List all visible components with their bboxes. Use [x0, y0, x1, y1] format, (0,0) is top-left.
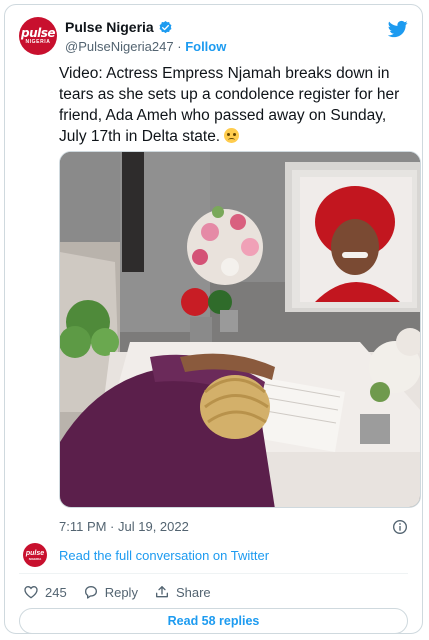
conversation-row: pulse NIGERIA Read the full conversation… [23, 543, 408, 569]
separator-dot: · [177, 39, 182, 54]
share-button[interactable]: Share [154, 584, 211, 600]
reply-label: Reply [104, 584, 138, 600]
tweet-timestamp[interactable]: 7:11 PM · Jul 19, 2022 [59, 519, 189, 534]
video-frame [60, 152, 420, 507]
display-name[interactable]: Pulse Nigeria [65, 19, 154, 36]
twitter-bird-icon[interactable] [388, 19, 408, 39]
conversation-avatar-logo-text: pulse [25, 549, 45, 557]
tweet-embed-card: pulse NIGERIA Pulse Nigeria @PulseNigeri… [4, 4, 423, 634]
read-replies-label: Read 58 replies [167, 614, 260, 628]
video-media[interactable] [59, 151, 421, 508]
read-conversation-link[interactable]: Read the full conversation on Twitter [59, 548, 269, 563]
info-icon[interactable] [392, 519, 408, 535]
share-label: Share [175, 584, 211, 600]
reply-button[interactable]: Reply [83, 584, 138, 600]
avatar-sub-text: NIGERIA [25, 38, 51, 45]
conversation-avatar-sub-text: NIGERIA [28, 556, 42, 561]
reply-bubble-icon [84, 586, 97, 599]
account-avatar[interactable]: pulse NIGERIA [19, 17, 57, 55]
read-replies-button[interactable]: Read 58 replies [19, 608, 408, 634]
crying-face-emoji-icon [224, 128, 240, 143]
verified-badge-icon [159, 20, 172, 34]
likes-count: 245 [45, 584, 67, 600]
handle-row: @PulseNigeria247 · Follow [65, 38, 226, 55]
conversation-avatar[interactable]: pulse NIGERIA [23, 543, 47, 567]
like-button[interactable]: 245 [23, 584, 67, 600]
tweet-header: pulse NIGERIA Pulse Nigeria @PulseNigeri… [19, 17, 408, 57]
action-bar: 245 Reply Share [23, 583, 227, 601]
follow-button[interactable]: Follow [185, 39, 226, 54]
heart-icon [24, 585, 38, 599]
timestamp-row: 7:11 PM · Jul 19, 2022 [59, 519, 408, 537]
avatar-logo-text: pulse [20, 25, 56, 40]
account-name-block: Pulse Nigeria @PulseNigeria247 · Follow [65, 19, 226, 55]
divider [19, 573, 408, 574]
tweet-text: Video: Actress Empress Njamah breaks dow… [59, 63, 408, 147]
share-upload-icon [155, 586, 168, 598]
display-name-row[interactable]: Pulse Nigeria [65, 19, 226, 36]
handle[interactable]: @PulseNigeria247 [65, 39, 174, 54]
